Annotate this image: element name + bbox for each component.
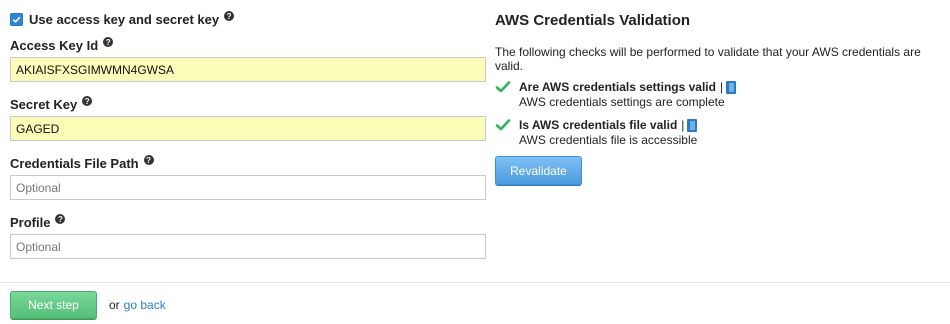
separator: | (681, 118, 685, 132)
secret-key-input[interactable] (10, 116, 486, 141)
credentials-form: Use access key and secret key ? Access K… (10, 10, 488, 273)
help-icon[interactable]: ? (103, 37, 114, 47)
check-item: Are AWS credentials settings valid | AWS… (495, 80, 947, 110)
checkmark-icon (495, 81, 511, 93)
check-title-row: Are AWS credentials settings valid | (519, 80, 737, 95)
separator: | (719, 80, 724, 94)
documentation-icon[interactable] (687, 119, 698, 132)
help-icon[interactable]: ? (224, 11, 235, 21)
access-key-label: Access Key Id (10, 37, 99, 53)
validation-description: The following checks will be performed t… (495, 45, 921, 73)
profile-input[interactable] (10, 234, 486, 259)
footer-divider (0, 282, 950, 283)
validation-title: AWS Credentials Validation (495, 12, 691, 29)
use-keys-checkbox[interactable] (10, 12, 23, 26)
profile-label-row: Profile ? (10, 214, 488, 230)
credentials-file-input[interactable] (10, 175, 486, 200)
check-title: Is AWS credentials file valid (519, 118, 678, 132)
next-step-button[interactable]: Next step (10, 291, 97, 319)
check-title: Are AWS credentials settings valid (519, 80, 716, 94)
credentials-file-label: Credentials File Path (10, 155, 139, 171)
validation-panel: AWS Credentials Validation The following… (495, 10, 947, 185)
help-icon[interactable]: ? (143, 155, 154, 165)
checkmark-icon (495, 119, 511, 131)
secret-key-label-row: Secret Key ? (10, 96, 488, 112)
access-key-label-row: Access Key Id ? (10, 37, 488, 53)
credentials-file-label-row: Credentials File Path ? (10, 155, 488, 171)
footer: Next step or go back (10, 291, 166, 319)
help-icon[interactable]: ? (82, 96, 93, 106)
check-message: AWS credentials file is accessible (519, 133, 698, 147)
access-key-input[interactable] (10, 57, 486, 82)
revalidate-button[interactable]: Revalidate (495, 156, 582, 185)
use-keys-row: Use access key and secret key ? (10, 10, 488, 28)
or-text: or (109, 298, 120, 312)
go-back-link[interactable]: go back (124, 298, 166, 312)
profile-label: Profile (10, 214, 51, 230)
secret-key-label: Secret Key (10, 96, 78, 112)
documentation-icon[interactable] (726, 81, 737, 94)
check-text: Are AWS credentials settings valid | AWS… (519, 80, 737, 110)
check-item: Is AWS credentials file valid | AWS cred… (495, 118, 947, 148)
check-title-row: Is AWS credentials file valid | (519, 118, 698, 133)
check-text: Is AWS credentials file valid | AWS cred… (519, 118, 698, 148)
use-keys-label: Use access key and secret key (29, 11, 220, 27)
check-message: AWS credentials settings are complete (519, 95, 725, 109)
help-icon[interactable]: ? (55, 214, 66, 224)
